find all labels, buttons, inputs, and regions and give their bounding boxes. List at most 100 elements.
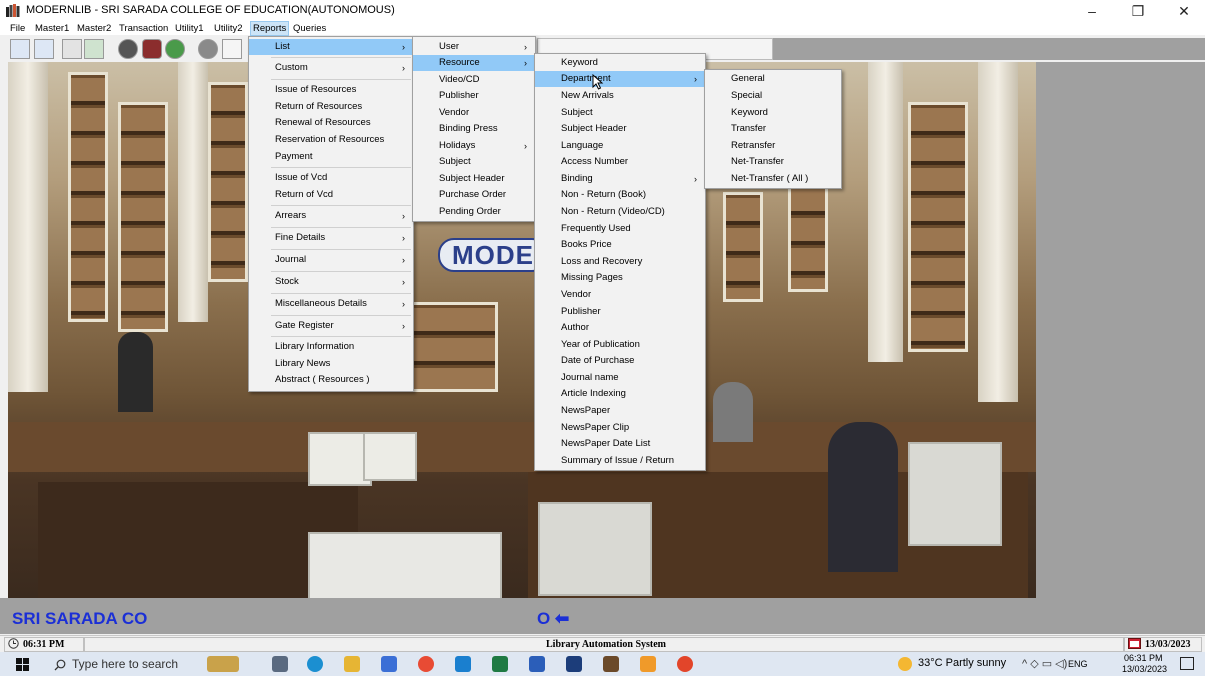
list-item-binding-press[interactable]: Binding Press: [413, 121, 535, 137]
resource-item-language[interactable]: Language: [535, 138, 705, 154]
weather-text[interactable]: 33°C Partly sunny: [918, 657, 1006, 669]
resource-item-vendor[interactable]: Vendor: [535, 287, 705, 303]
list-item-resource[interactable]: Resource ›: [413, 55, 535, 71]
reports-item-issue-of-resources[interactable]: Issue of Resources: [249, 82, 413, 98]
widgets-icon[interactable]: [207, 656, 239, 672]
resource-item-publisher[interactable]: Publisher: [535, 304, 705, 320]
resource-item-binding[interactable]: Binding ›: [535, 171, 705, 187]
menu-transaction[interactable]: Transaction: [117, 22, 170, 35]
reports-item-renewal-of-resources[interactable]: Renewal of Resources: [249, 115, 413, 131]
resource-item-article-indexing[interactable]: Article Indexing: [535, 386, 705, 402]
resource-item-newspaper-clip[interactable]: NewsPaper Clip: [535, 420, 705, 436]
menu-queries[interactable]: Queries: [291, 22, 328, 35]
resource-item-author[interactable]: Author: [535, 320, 705, 336]
reports-item-stock[interactable]: Stock ›: [249, 274, 413, 290]
word-icon[interactable]: [529, 656, 545, 672]
browser-icon[interactable]: [677, 656, 693, 672]
menu-utility2[interactable]: Utility2: [212, 22, 245, 35]
app-orange-icon[interactable]: [640, 656, 656, 672]
list-item-purchase-order[interactable]: Purchase Order: [413, 187, 535, 203]
resource-item-department[interactable]: Department ›: [535, 71, 705, 87]
resource-item-journal-name[interactable]: Journal name: [535, 370, 705, 386]
reports-item-library-information[interactable]: Library Information: [249, 339, 413, 355]
department-item-keyword[interactable]: Keyword: [705, 105, 841, 121]
reports-item-abstract-resources[interactable]: Abstract ( Resources ): [249, 372, 413, 388]
language-indicator[interactable]: ENG: [1068, 659, 1088, 669]
list-item-subject-header[interactable]: Subject Header: [413, 171, 535, 187]
resource-item-non-return-video-cd[interactable]: Non - Return (Video/CD): [535, 204, 705, 220]
reports-item-payment[interactable]: Payment: [249, 149, 413, 165]
reports-item-arrears[interactable]: Arrears ›: [249, 208, 413, 224]
excel-icon[interactable]: [492, 656, 508, 672]
user-edit-icon[interactable]: [34, 39, 54, 59]
store-icon[interactable]: [381, 656, 397, 672]
reports-item-miscellaneous-details[interactable]: Miscellaneous Details ›: [249, 296, 413, 312]
list-item-publisher[interactable]: Publisher: [413, 88, 535, 104]
menu-reports[interactable]: Reports: [249, 21, 290, 36]
taskbar-clock-time[interactable]: 06:31 PM: [1124, 653, 1163, 663]
resource-item-date-of-purchase[interactable]: Date of Purchase: [535, 353, 705, 369]
department-item-transfer[interactable]: Transfer: [705, 121, 841, 137]
file-explorer-icon[interactable]: [344, 656, 360, 672]
department-item-retransfer[interactable]: Retransfer: [705, 138, 841, 154]
edge-icon[interactable]: [307, 656, 323, 672]
resource-item-loss-and-recovery[interactable]: Loss and Recovery: [535, 254, 705, 270]
minimize-button[interactable]: –: [1069, 0, 1115, 22]
resource-item-keyword[interactable]: Keyword: [535, 55, 705, 71]
resource-item-newspaper-date-list[interactable]: NewsPaper Date List: [535, 436, 705, 452]
resource-item-non-return-book[interactable]: Non - Return (Book): [535, 187, 705, 203]
reports-item-list[interactable]: List ›: [249, 39, 413, 55]
taskbar-clock-date[interactable]: 13/03/2023: [1122, 664, 1167, 674]
reports-item-journal[interactable]: Journal ›: [249, 252, 413, 268]
exit-icon[interactable]: [222, 39, 242, 59]
app-triangle-icon[interactable]: [566, 656, 582, 672]
resource-item-year-of-publication[interactable]: Year of Publication: [535, 337, 705, 353]
chat-icon[interactable]: [198, 39, 218, 59]
task-view-icon[interactable]: [272, 656, 288, 672]
reports-item-issue-of-vcd[interactable]: Issue of Vcd: [249, 170, 413, 186]
chrome-icon[interactable]: [418, 656, 434, 672]
tray-icons[interactable]: ^ ◇ ▭ ◁): [1022, 657, 1067, 670]
menu-file[interactable]: File: [8, 22, 27, 35]
mail-icon[interactable]: [455, 656, 471, 672]
resource-item-subject-header[interactable]: Subject Header: [535, 121, 705, 137]
menu-master1[interactable]: Master1: [33, 22, 71, 35]
reports-item-library-news[interactable]: Library News: [249, 356, 413, 372]
document-icon[interactable]: [84, 39, 104, 59]
reports-item-return-of-vcd[interactable]: Return of Vcd: [249, 187, 413, 203]
resource-item-new-arrivals[interactable]: New Arrivals: [535, 88, 705, 104]
list-item-subject[interactable]: Subject: [413, 154, 535, 170]
taskbar-search-input[interactable]: Type here to search: [48, 655, 188, 674]
department-item-general[interactable]: General: [705, 71, 841, 87]
list-item-video-cd[interactable]: Video/CD: [413, 72, 535, 88]
reports-item-fine-details[interactable]: Fine Details ›: [249, 230, 413, 246]
department-item-net-transfer[interactable]: Net-Transfer: [705, 154, 841, 170]
department-item-special[interactable]: Special: [705, 88, 841, 104]
reports-item-return-of-resources[interactable]: Return of Resources: [249, 99, 413, 115]
edit-icon[interactable]: [10, 39, 30, 59]
menu-master2[interactable]: Master2: [75, 22, 113, 35]
list-item-vendor[interactable]: Vendor: [413, 105, 535, 121]
modernlib-task-icon[interactable]: [603, 656, 619, 672]
resource-item-subject[interactable]: Subject: [535, 105, 705, 121]
reel-icon[interactable]: [118, 39, 138, 59]
list-item-holidays[interactable]: Holidays ›: [413, 138, 535, 154]
book-icon[interactable]: [142, 39, 162, 59]
close-button[interactable]: ✕: [1161, 0, 1205, 22]
reports-item-custom[interactable]: Custom ›: [249, 60, 413, 76]
reports-item-gate-register[interactable]: Gate Register ›: [249, 318, 413, 334]
reports-item-reservation-of-resources[interactable]: Reservation of Resources: [249, 132, 413, 148]
resource-item-summary-of-issue-return[interactable]: Summary of Issue / Return: [535, 453, 705, 469]
list-item-user[interactable]: User ›: [413, 39, 535, 55]
windows-start-icon[interactable]: [16, 658, 30, 672]
resource-item-books-price[interactable]: Books Price: [535, 237, 705, 253]
resource-item-newspaper[interactable]: NewsPaper: [535, 403, 705, 419]
globe-icon[interactable]: [165, 39, 185, 59]
resource-item-missing-pages[interactable]: Missing Pages: [535, 270, 705, 286]
list-item-pending-order[interactable]: Pending Order: [413, 204, 535, 220]
restore-button[interactable]: ❐: [1115, 0, 1161, 22]
notifications-icon[interactable]: [1180, 657, 1194, 670]
resource-item-frequently-used[interactable]: Frequently Used: [535, 221, 705, 237]
resource-item-access-number[interactable]: Access Number: [535, 154, 705, 170]
transfer-icon[interactable]: [62, 39, 82, 59]
